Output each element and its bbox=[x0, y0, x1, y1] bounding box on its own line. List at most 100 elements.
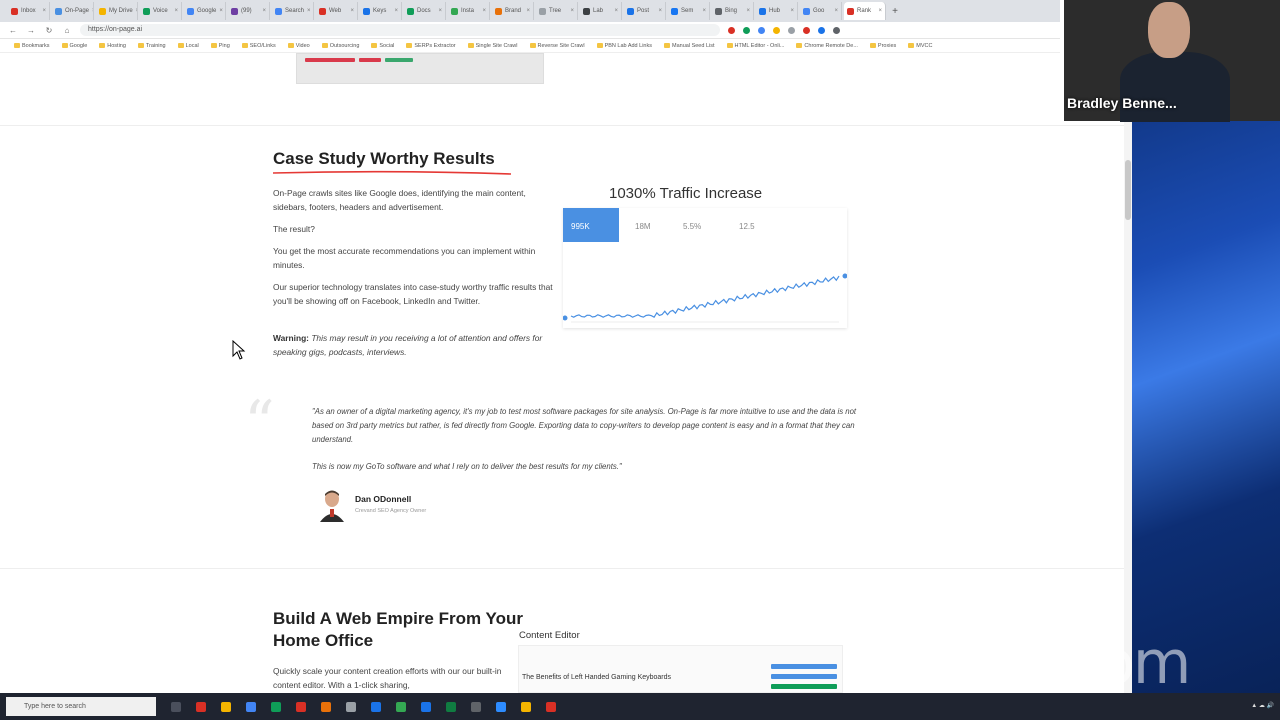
tab-close-icon[interactable]: × bbox=[394, 8, 398, 14]
app-icon[interactable] bbox=[371, 701, 381, 712]
chrome-icon[interactable] bbox=[396, 701, 406, 712]
new-tab-icon[interactable]: + bbox=[888, 6, 902, 17]
url-input[interactable]: https://on-page.ai bbox=[80, 24, 720, 36]
browser-tab[interactable]: Voice × bbox=[140, 2, 182, 20]
back-icon[interactable]: ← bbox=[8, 26, 18, 35]
browser-tab[interactable]: Search × bbox=[272, 2, 314, 20]
app-icon[interactable] bbox=[346, 701, 356, 712]
extension-icon[interactable] bbox=[833, 26, 840, 34]
participant-head bbox=[1148, 2, 1190, 58]
tab-close-icon[interactable]: × bbox=[702, 8, 706, 14]
tab-close-icon[interactable]: × bbox=[834, 8, 838, 14]
file-explorer-icon[interactable] bbox=[221, 701, 231, 712]
extension-icon[interactable] bbox=[773, 26, 780, 34]
browser-tab[interactable]: Insta × bbox=[448, 2, 490, 20]
tab-close-icon[interactable]: × bbox=[307, 8, 311, 14]
browser-tab[interactable]: Lab × bbox=[580, 2, 622, 20]
bookmark-item[interactable]: Google bbox=[61, 43, 87, 49]
tab-close-icon[interactable]: × bbox=[350, 8, 354, 14]
bookmark-item[interactable]: Proxies bbox=[869, 43, 896, 49]
bookmark-item[interactable]: Ping bbox=[210, 43, 230, 49]
extension-icon[interactable] bbox=[788, 26, 795, 34]
browser-tab[interactable]: (99) × bbox=[228, 2, 270, 20]
tab-close-icon[interactable]: × bbox=[570, 8, 574, 14]
taskbar-search-input[interactable]: Type here to search bbox=[6, 697, 156, 716]
bookmark-item[interactable]: Single Site Crawl bbox=[467, 43, 518, 49]
bookmark-item[interactable]: Local bbox=[177, 43, 199, 49]
browser-tab[interactable]: Keys × bbox=[360, 2, 402, 20]
extension-icon[interactable] bbox=[743, 26, 750, 34]
extension-icon[interactable] bbox=[758, 26, 765, 34]
app-icon[interactable] bbox=[521, 701, 531, 712]
tab-close-icon[interactable]: × bbox=[174, 8, 178, 14]
bookmark-item[interactable]: SEO/Links bbox=[241, 43, 276, 49]
bookmark-item[interactable]: HTML Editor - Onli... bbox=[726, 43, 784, 49]
tab-close-icon[interactable]: × bbox=[42, 8, 46, 14]
bookmark-item[interactable]: Reverse Site Crawl bbox=[529, 43, 585, 49]
page-scrollbar[interactable] bbox=[1124, 100, 1132, 693]
extension-icon[interactable] bbox=[818, 26, 825, 34]
browser-tab[interactable]: Inbox × bbox=[8, 2, 50, 20]
title-underline bbox=[272, 170, 512, 175]
scrollbar-thumb[interactable] bbox=[1125, 160, 1131, 220]
tab-close-icon[interactable]: × bbox=[219, 8, 223, 14]
tab-label: On-Page bbox=[65, 8, 90, 14]
browser-tab[interactable]: Tree × bbox=[536, 2, 578, 20]
extension-icon[interactable] bbox=[728, 26, 735, 34]
zoom-icon[interactable] bbox=[496, 701, 506, 712]
extension-icon[interactable] bbox=[803, 26, 810, 34]
app-icon[interactable] bbox=[321, 701, 331, 712]
chart-start-marker bbox=[563, 315, 568, 321]
app-icon[interactable] bbox=[421, 701, 431, 712]
browser-tab[interactable]: Goo × bbox=[800, 2, 842, 20]
bookmark-item[interactable]: Bookmarks bbox=[14, 43, 50, 49]
tab-close-icon[interactable]: × bbox=[790, 8, 794, 14]
tab-close-icon[interactable]: × bbox=[136, 8, 137, 14]
browser-tab[interactable]: Brand × bbox=[492, 2, 534, 20]
bookmark-item[interactable]: Social bbox=[371, 43, 394, 49]
bookmark-item[interactable]: SERPs Extractor bbox=[406, 43, 456, 49]
browser-tab[interactable]: Hub × bbox=[756, 2, 798, 20]
tab-close-icon[interactable]: × bbox=[658, 8, 662, 14]
app-icon[interactable] bbox=[196, 701, 206, 712]
image-chip bbox=[359, 58, 381, 62]
browser-tab[interactable]: Web × bbox=[316, 2, 358, 20]
browser-tab[interactable]: Sem × bbox=[668, 2, 710, 20]
reload-icon[interactable]: ↻ bbox=[44, 26, 54, 35]
tab-close-icon[interactable]: × bbox=[878, 8, 882, 14]
browser-tab[interactable]: Rank × bbox=[844, 2, 886, 20]
tab-close-icon[interactable]: × bbox=[482, 8, 486, 14]
browser-tab[interactable]: My Drive× bbox=[96, 2, 138, 20]
tab-close-icon[interactable]: × bbox=[526, 8, 530, 14]
home-icon[interactable]: ⌂ bbox=[62, 26, 72, 35]
bookmark-item[interactable]: MVCC bbox=[908, 43, 932, 49]
browser-tab[interactable]: Google × bbox=[184, 2, 226, 20]
bookmark-item[interactable]: Chrome Remote De... bbox=[796, 43, 858, 49]
system-tray[interactable]: ▲ ☁ 🔊 bbox=[1251, 703, 1274, 710]
excel-icon[interactable] bbox=[446, 701, 456, 712]
app-icon[interactable] bbox=[546, 701, 556, 712]
bookmark-item[interactable]: Training bbox=[137, 43, 166, 49]
browser-tab[interactable]: Post × bbox=[624, 2, 666, 20]
bookmark-item[interactable]: PBN Lab Add Links bbox=[596, 43, 652, 49]
bookmark-item[interactable]: Outsourcing bbox=[321, 43, 359, 49]
folder-icon bbox=[321, 43, 328, 48]
task-view-icon[interactable] bbox=[171, 701, 181, 712]
browser-tab[interactable]: On-Page× bbox=[52, 2, 94, 20]
browser-tab[interactable]: Bing × bbox=[712, 2, 754, 20]
app-icon[interactable] bbox=[271, 701, 281, 712]
tab-close-icon[interactable]: × bbox=[614, 8, 618, 14]
bookmark-item[interactable]: Manual Seed List bbox=[664, 43, 715, 49]
bookmark-item[interactable]: Hosting bbox=[99, 43, 126, 49]
tab-close-icon[interactable]: × bbox=[262, 8, 266, 14]
tab-close-icon[interactable]: × bbox=[92, 8, 93, 14]
app-icon[interactable] bbox=[246, 701, 256, 712]
author-role: Crevand SEO Agency Owner bbox=[355, 508, 427, 514]
bookmark-item[interactable]: Video bbox=[287, 43, 310, 49]
browser-tab[interactable]: Docs × bbox=[404, 2, 446, 20]
tab-close-icon[interactable]: × bbox=[438, 8, 442, 14]
app-icon[interactable] bbox=[471, 701, 481, 712]
app-icon[interactable] bbox=[296, 701, 306, 712]
tab-close-icon[interactable]: × bbox=[746, 8, 750, 14]
forward-icon[interactable]: → bbox=[26, 26, 36, 35]
